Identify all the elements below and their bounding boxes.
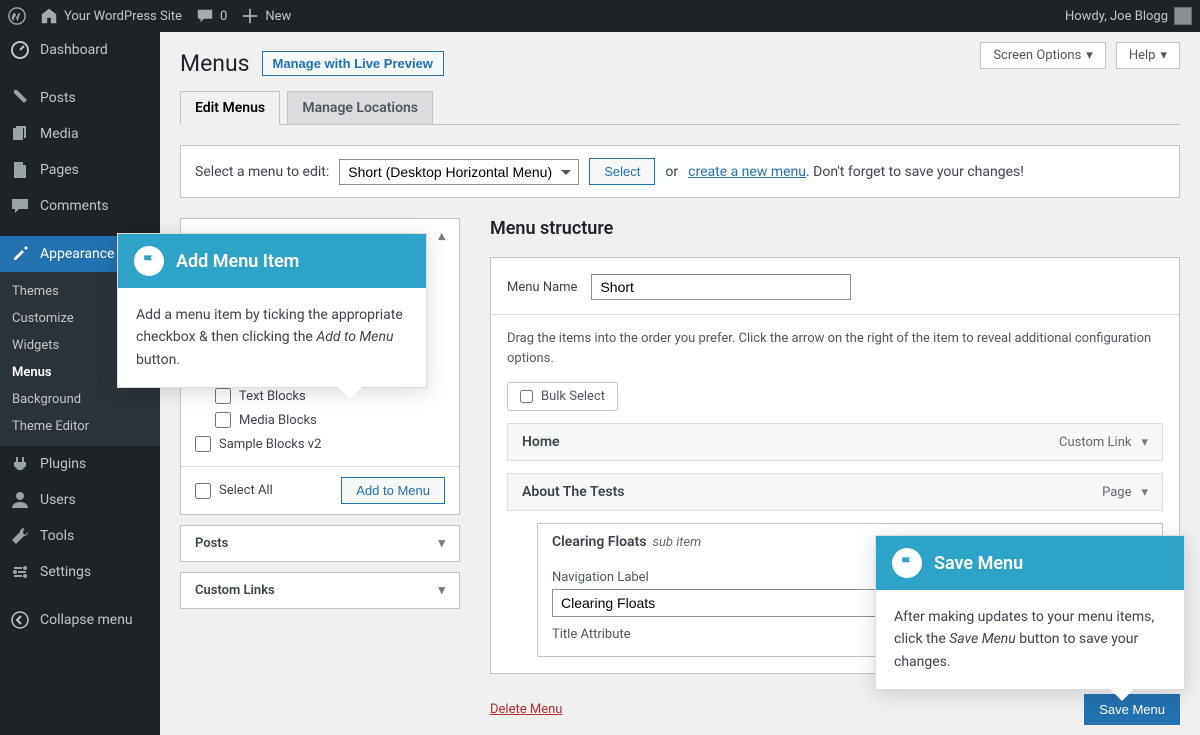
- tooltip-add-menu-item: Add Menu Item Add a menu item by ticking…: [117, 233, 427, 388]
- sidebar-item-comments[interactable]: Comments: [0, 188, 160, 224]
- sidebar-item-plugins[interactable]: Plugins: [0, 446, 160, 482]
- nav-tabs: Edit Menus Manage Locations: [180, 91, 1180, 125]
- avatar: [1174, 7, 1192, 25]
- posts-panel: Posts▾: [180, 525, 460, 562]
- sidebar-item-posts[interactable]: Posts: [0, 80, 160, 116]
- comments-link[interactable]: 0: [196, 7, 227, 25]
- site-link[interactable]: Your WordPress Site: [40, 7, 182, 25]
- greeting[interactable]: Howdy, Joe Blogg: [1065, 7, 1192, 25]
- after-text: . Don't forget to save your changes!: [806, 164, 1024, 180]
- checkbox-media-blocks[interactable]: [215, 412, 231, 428]
- flag-icon: [134, 246, 164, 276]
- chevron-down-icon: ▾: [438, 583, 445, 598]
- checkbox-label: Sample Blocks v2: [219, 437, 321, 452]
- sidebar-item-users[interactable]: Users: [0, 482, 160, 518]
- help-button[interactable]: Help▾: [1116, 42, 1180, 69]
- sidebar-item-media[interactable]: Media: [0, 116, 160, 152]
- structure-heading: Menu structure: [490, 218, 1180, 239]
- checkbox-label: Media Blocks: [239, 413, 317, 428]
- tab-manage-locations[interactable]: Manage Locations: [287, 91, 433, 124]
- checkbox-sample-blocks-v2[interactable]: [195, 436, 211, 452]
- chevron-down-icon[interactable]: ▾: [1141, 435, 1148, 450]
- chevron-down-icon: ▾: [1086, 48, 1093, 63]
- menu-item-type: Page: [1102, 485, 1131, 500]
- tooltip-save-menu: Save Menu After making updates to your m…: [875, 535, 1185, 690]
- checkbox-label: Text Blocks: [239, 389, 306, 404]
- menu-item-title: Clearing Floats: [552, 534, 646, 550]
- menu-item-type: Custom Link: [1059, 435, 1131, 450]
- screen-options-button[interactable]: Screen Options▾: [980, 42, 1106, 69]
- flag-icon: [892, 548, 922, 578]
- checkbox-text-blocks[interactable]: [215, 388, 231, 404]
- or-text: or: [665, 164, 678, 180]
- select-button[interactable]: Select: [589, 158, 655, 185]
- help-text: Drag the items into the order you prefer…: [507, 329, 1163, 368]
- select-all-label: Select All: [219, 483, 273, 498]
- tab-edit-menus[interactable]: Edit Menus: [180, 91, 280, 125]
- menu-selector-bar: Select a menu to edit: Short (Desktop Ho…: [180, 145, 1180, 198]
- wp-logo[interactable]: [8, 7, 26, 25]
- sidebar-item-tools[interactable]: Tools: [0, 518, 160, 554]
- bulk-select-checkbox[interactable]: [520, 390, 533, 403]
- menu-item-title: Home: [522, 434, 560, 450]
- select-label: Select a menu to edit:: [195, 164, 329, 180]
- panel-toggle-custom-links[interactable]: Custom Links▾: [181, 573, 459, 608]
- collapse-menu[interactable]: Collapse menu: [0, 602, 160, 638]
- chevron-down-icon: ▾: [1160, 48, 1167, 63]
- menu-item-title: About The Tests: [522, 484, 624, 500]
- sidebar-item-dashboard[interactable]: Dashboard: [0, 32, 160, 68]
- menu-name-input[interactable]: [591, 274, 851, 300]
- bulk-select-button[interactable]: Bulk Select: [507, 382, 618, 411]
- chevron-up-icon: ▴: [438, 229, 445, 244]
- chevron-down-icon: ▾: [438, 536, 445, 551]
- menu-item-home[interactable]: Home Custom Link ▾: [507, 423, 1163, 461]
- admin-bar: Your WordPress Site 0 New Howdy, Joe Blo…: [0, 0, 1200, 32]
- sidebar-item-settings[interactable]: Settings: [0, 554, 160, 590]
- menu-name-label: Menu Name: [507, 280, 577, 295]
- submenu-background[interactable]: Background: [0, 386, 160, 413]
- panel-toggle-posts[interactable]: Posts▾: [181, 526, 459, 561]
- live-preview-button[interactable]: Manage with Live Preview: [262, 51, 444, 76]
- chevron-down-icon[interactable]: ▾: [1141, 485, 1148, 500]
- sidebar-item-pages[interactable]: Pages: [0, 152, 160, 188]
- select-all-checkbox[interactable]: [195, 483, 211, 499]
- sub-item-label: sub item: [652, 535, 701, 550]
- add-to-menu-button[interactable]: Add to Menu: [341, 477, 445, 504]
- create-menu-link[interactable]: create a new menu: [688, 164, 806, 180]
- menu-item-about[interactable]: About The Tests Page ▾: [507, 473, 1163, 511]
- custom-links-panel: Custom Links▾: [180, 572, 460, 609]
- menu-select[interactable]: Short (Desktop Horizontal Menu): [339, 159, 579, 185]
- new-link[interactable]: New: [241, 7, 291, 25]
- page-title: Menus: [180, 50, 250, 77]
- submenu-theme-editor[interactable]: Theme Editor: [0, 413, 160, 440]
- delete-menu-link[interactable]: Delete Menu: [490, 702, 562, 717]
